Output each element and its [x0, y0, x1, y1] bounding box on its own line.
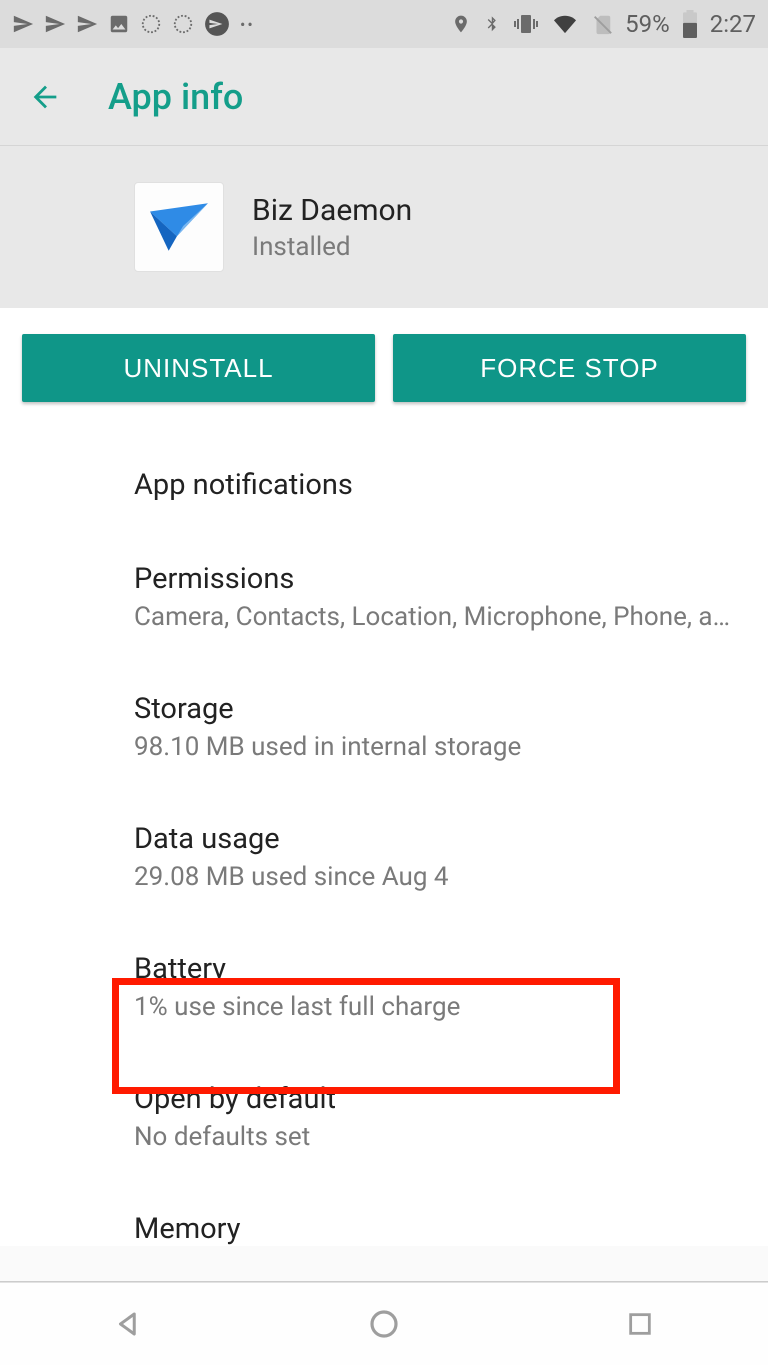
notif-app-icon: [204, 11, 230, 37]
clock: 2:27: [710, 10, 756, 38]
status-right-icons: 59% 2:27: [451, 10, 756, 38]
arrow-back-icon: [28, 80, 62, 114]
row-memory[interactable]: Memory: [134, 1182, 744, 1246]
row-data-usage[interactable]: Data usage 29.08 MB used since Aug 4: [134, 792, 744, 922]
notif-image-icon: [108, 13, 130, 35]
app-header: Biz Daemon Installed: [0, 146, 768, 308]
action-buttons: UNINSTALL FORCE STOP: [0, 308, 768, 428]
row-battery[interactable]: Battery 1% use since last full charge: [134, 922, 744, 1052]
location-icon: [451, 12, 471, 36]
row-title: Battery: [134, 952, 744, 986]
square-recents-icon: [626, 1310, 654, 1338]
page-title: App info: [108, 76, 243, 118]
row-title: Permissions: [134, 562, 744, 596]
row-app-notifications[interactable]: App notifications: [134, 438, 744, 532]
triangle-back-icon: [113, 1309, 143, 1339]
navigation-bar: [0, 1282, 768, 1365]
notif-send-icon: [44, 13, 66, 35]
row-title: Open by default: [134, 1082, 744, 1116]
back-button[interactable]: [24, 76, 66, 118]
settings-list: App notifications Permissions Camera, Co…: [0, 428, 768, 1246]
row-storage[interactable]: Storage 98.10 MB used in internal storag…: [134, 662, 744, 792]
row-subtitle: 1% use since last full charge: [134, 992, 744, 1022]
app-name: Biz Daemon: [252, 193, 412, 228]
row-subtitle: 29.08 MB used since Aug 4: [134, 862, 744, 892]
status-left-icons: ••: [12, 11, 255, 37]
app-bar: App info: [0, 48, 768, 146]
no-sim-icon: [591, 11, 613, 37]
notif-send-icon: [76, 13, 98, 35]
nav-home-button[interactable]: [364, 1304, 404, 1344]
row-title: Memory: [134, 1212, 744, 1246]
notif-send-icon: [12, 13, 34, 35]
row-open-by-default[interactable]: Open by default No defaults set: [134, 1052, 744, 1182]
notif-more-icon: ••: [240, 15, 255, 34]
nav-recents-button[interactable]: [620, 1304, 660, 1344]
bluetooth-icon: [483, 11, 501, 37]
app-install-state: Installed: [252, 232, 412, 262]
row-title: App notifications: [134, 468, 744, 502]
status-bar: •• 59% 2:27: [0, 0, 768, 48]
row-subtitle: 98.10 MB used in internal storage: [134, 732, 744, 762]
row-subtitle: No defaults set: [134, 1122, 744, 1152]
wifi-icon: [551, 13, 579, 35]
row-subtitle: Camera, Contacts, Location, Microphone, …: [134, 602, 744, 632]
row-title: Data usage: [134, 822, 744, 856]
nav-back-button[interactable]: [108, 1304, 148, 1344]
notif-circle-icon: [172, 13, 194, 35]
battery-icon: [682, 10, 698, 38]
force-stop-button[interactable]: FORCE STOP: [393, 334, 746, 402]
paper-plane-icon: [148, 201, 210, 253]
row-permissions[interactable]: Permissions Camera, Contacts, Location, …: [134, 532, 744, 662]
battery-percent: 59%: [625, 10, 670, 38]
circle-home-icon: [368, 1308, 400, 1340]
uninstall-button[interactable]: UNINSTALL: [22, 334, 375, 402]
row-title: Storage: [134, 692, 744, 726]
notif-circle-icon: [140, 13, 162, 35]
vibrate-icon: [513, 12, 539, 36]
app-icon: [134, 182, 224, 272]
